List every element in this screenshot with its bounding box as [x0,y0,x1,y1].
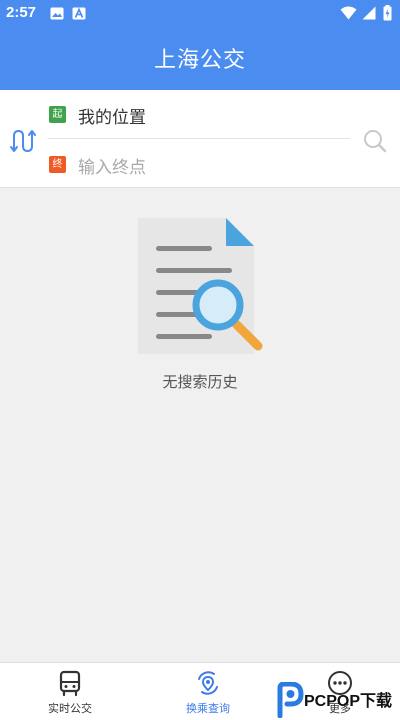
a-notification-icon [72,7,86,20]
route-icon [198,671,218,695]
destination-input[interactable]: 输入终点 [78,153,146,178]
swap-direction-icon[interactable] [8,126,38,156]
image-icon [50,7,64,20]
bus-icon [59,670,81,697]
nav-label: 实时公交 [48,702,92,715]
watermark: PCPOP下载 [276,682,400,720]
watermark-text: PCPOP下载 [304,693,393,710]
signal-icon [362,6,376,20]
status-time: 2:57 [6,4,37,21]
end-badge: 终 [49,156,66,173]
empty-history-message: 无搜索历史 [162,373,238,391]
nav-label: 换乘查询 [186,702,230,715]
field-divider [48,138,350,139]
empty-history-illustration-icon [138,218,263,354]
search-icon[interactable] [362,128,388,154]
route-search-card: 起 我的位置 终 输入终点 [0,90,400,188]
page-title: 上海公交 [153,48,246,73]
status-bar: 2:57 [0,0,400,28]
wifi-icon [340,6,357,20]
nav-item-transfer-query[interactable]: 换乘查询 [158,663,258,720]
pcpop-logo-icon [277,682,304,718]
start-badge: 起 [49,106,66,123]
battery-icon [383,5,392,21]
start-location-field[interactable]: 我的位置 [78,103,146,128]
nav-item-realtime-bus[interactable]: 实时公交 [20,663,120,720]
app-bar: 上海公交 [0,28,400,90]
